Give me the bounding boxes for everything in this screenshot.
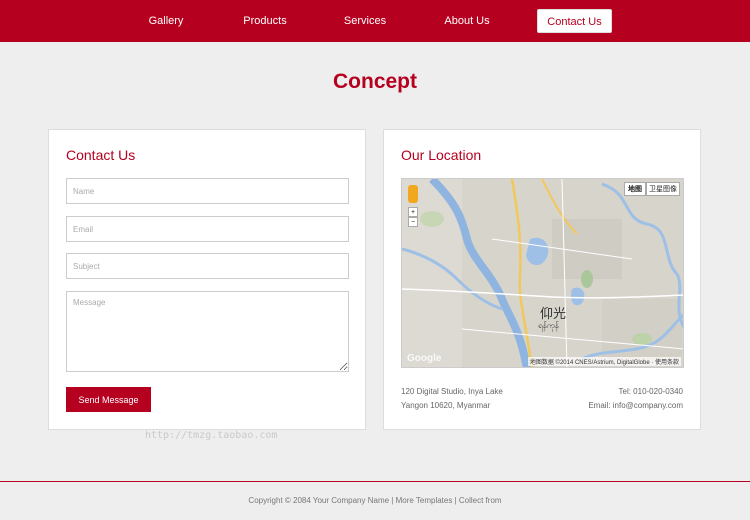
pegman-icon[interactable]: [408, 185, 418, 203]
telephone: Tel: 010-020-0340: [618, 387, 684, 396]
name-field[interactable]: [66, 178, 349, 204]
nav-item-gallery[interactable]: Gallery: [140, 9, 192, 33]
send-message-button[interactable]: Send Message: [66, 387, 151, 412]
contact-heading: Contact Us: [66, 147, 136, 163]
map-city-sublabel: ရန်ကုန်: [538, 321, 559, 330]
location-panel: Our Location + − 地图 卫星图像 仰光 ရန်ကုန် Goog…: [383, 129, 701, 430]
nav-item-contact-us[interactable]: Contact Us: [537, 9, 612, 33]
footer: Copyright © 2084 Your Company Name | Mor…: [0, 482, 750, 520]
message-field[interactable]: [66, 291, 349, 372]
google-logo: Google: [407, 353, 442, 364]
email-field[interactable]: [66, 216, 349, 242]
page-title: Concept: [333, 70, 417, 93]
contact-panel: Contact Us Send Message: [48, 129, 366, 430]
map-attribution: 地图数据 ©2014 CNES/Astrium, DigitalGlobe · …: [527, 357, 681, 366]
email-address: Email: info@company.com: [588, 401, 683, 410]
nav-item-services[interactable]: Services: [337, 9, 393, 33]
subject-field[interactable]: [66, 253, 349, 279]
nav-item-products[interactable]: Products: [236, 9, 294, 33]
zoom-out-button[interactable]: −: [408, 217, 418, 227]
nav-item-about-us[interactable]: About Us: [437, 9, 497, 33]
footer-text: Copyright © 2084 Your Company Name | Mor…: [248, 496, 502, 505]
top-navbar: Gallery Products Services About Us Conta…: [0, 0, 750, 42]
map-type-map-button[interactable]: 地图: [624, 182, 646, 196]
location-heading: Our Location: [401, 147, 482, 163]
google-map[interactable]: + − 地图 卫星图像 仰光 ရန်ကုန် Google 地图数据 ©2014…: [401, 178, 684, 368]
address-line-2: Yangon 10620, Myanmar: [401, 401, 491, 410]
map-image: [402, 179, 683, 367]
address-line-1: 120 Digital Studio, Inya Lake: [401, 387, 503, 396]
map-type-satellite-button[interactable]: 卫星图像: [646, 182, 680, 196]
zoom-in-button[interactable]: +: [408, 207, 418, 217]
watermark: http://tmzg.taobao.com: [145, 430, 278, 441]
